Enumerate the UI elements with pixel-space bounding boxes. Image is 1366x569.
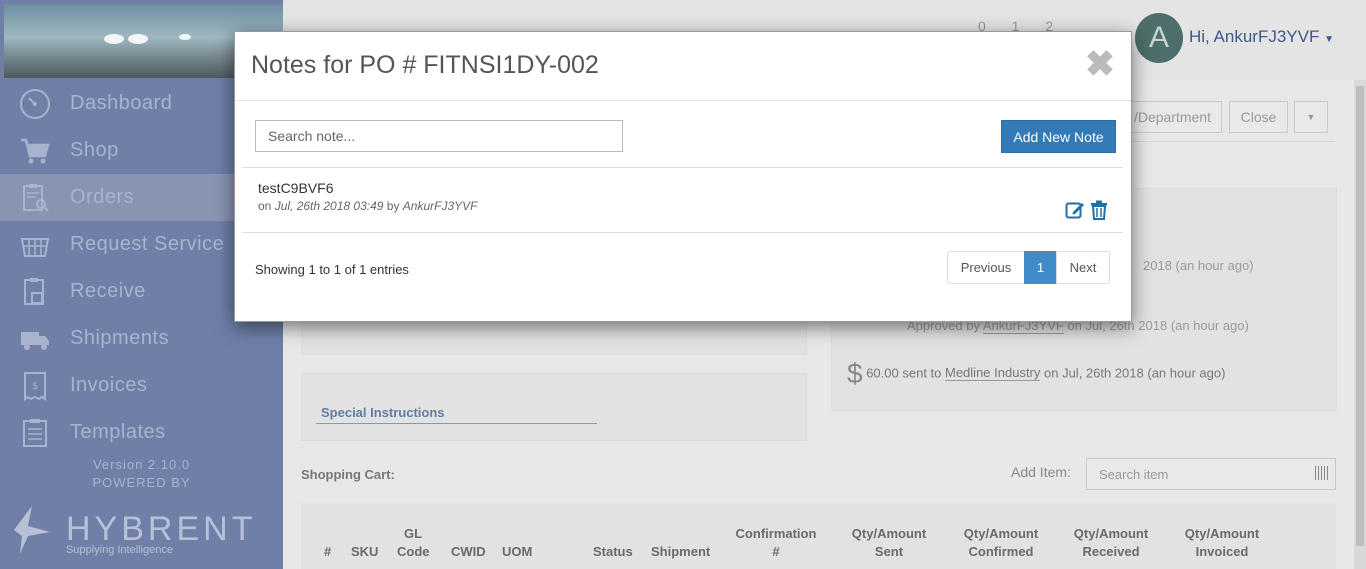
note-meta-by: by (383, 199, 403, 213)
note-meta: on Jul, 26th 2018 03:49 by AnkurFJ3YVF (258, 199, 478, 213)
edit-icon[interactable] (1065, 200, 1085, 220)
page-1-button[interactable]: 1 (1024, 251, 1057, 284)
close-icon[interactable]: ✖ (1085, 46, 1115, 82)
pagination: Previous 1 Next (947, 251, 1110, 284)
add-new-note-button[interactable]: Add New Note (1001, 120, 1116, 153)
notes-modal: Notes for PO # FITNSI1DY-002 ✖ Add New N… (234, 31, 1132, 322)
note-meta-prefix: on (258, 199, 275, 213)
divider (243, 232, 1123, 233)
modal-title: Notes for PO # FITNSI1DY-002 (251, 51, 599, 79)
entries-info: Showing 1 to 1 of 1 entries (255, 262, 409, 277)
note-author: AnkurFJ3YVF (402, 199, 478, 213)
note-date: Jul, 26th 2018 03:49 (274, 199, 384, 213)
modal-header: Notes for PO # FITNSI1DY-002 ✖ (235, 32, 1131, 101)
note-text: testC9BVF6 (258, 180, 334, 196)
divider (243, 167, 1123, 168)
trash-icon[interactable] (1090, 200, 1108, 220)
previous-page-button[interactable]: Previous (947, 251, 1025, 284)
search-note-input[interactable] (255, 120, 623, 152)
next-page-button[interactable]: Next (1056, 251, 1110, 284)
